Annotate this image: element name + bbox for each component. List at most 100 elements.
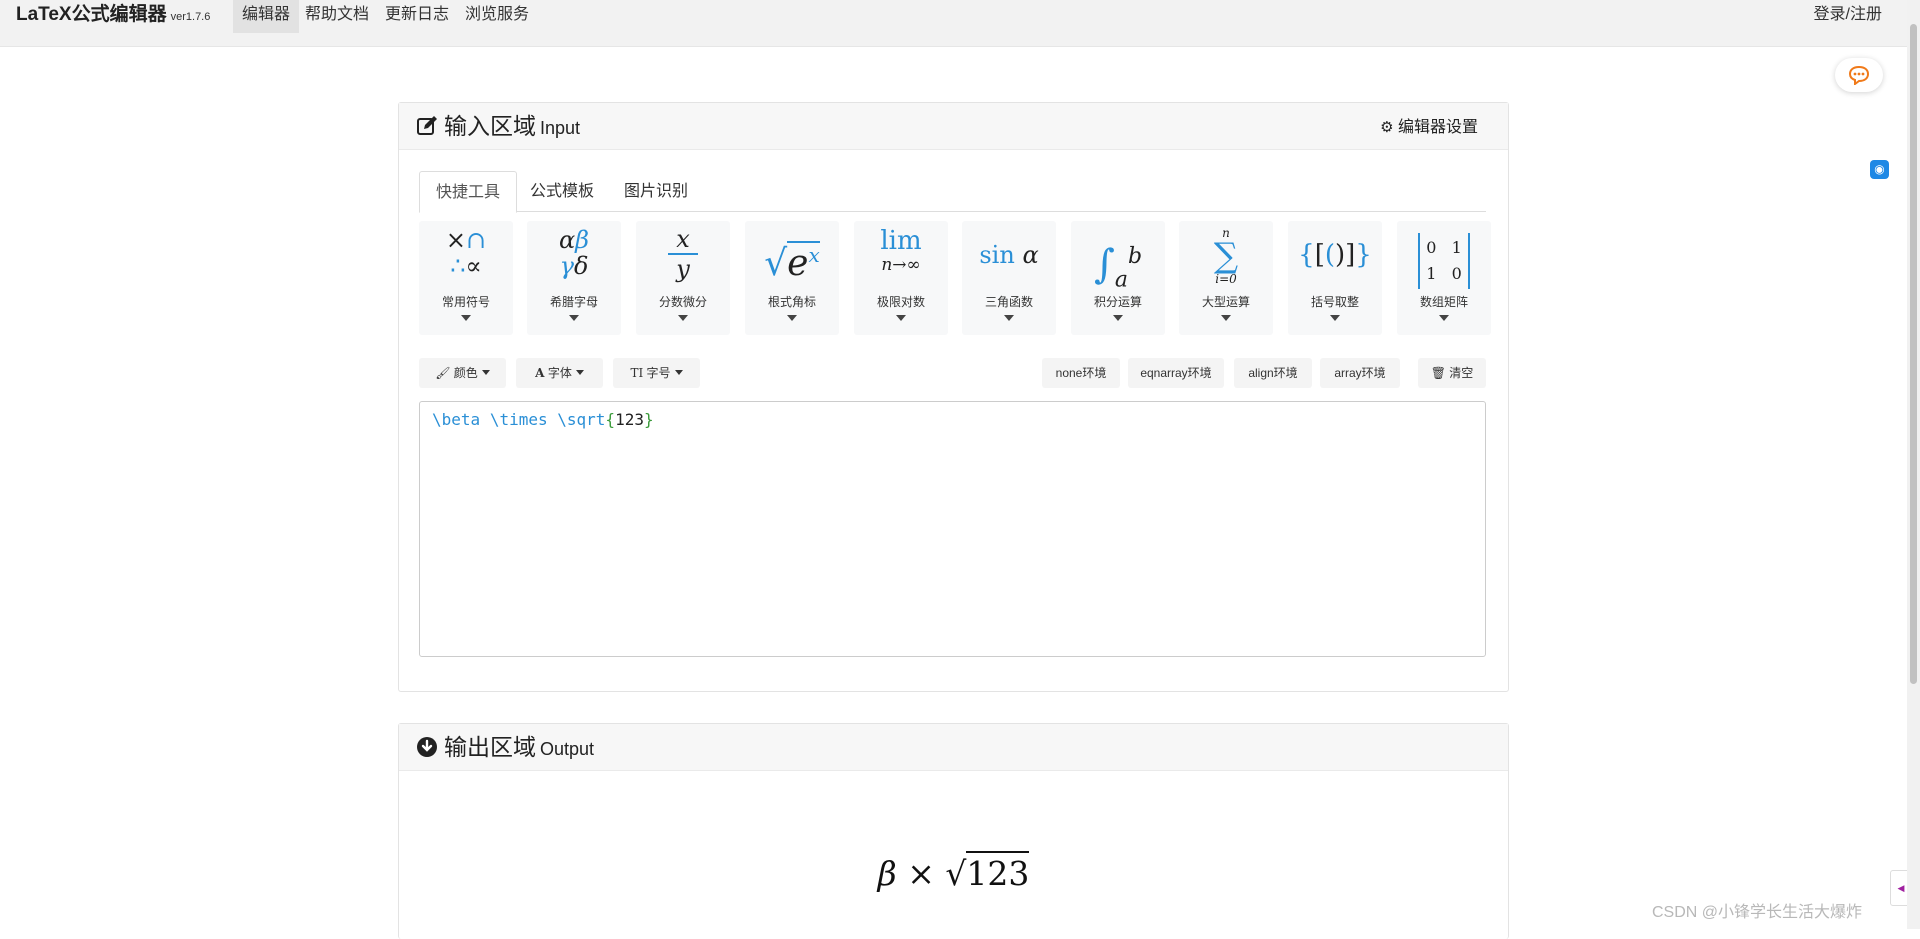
sum-icon: n ∑ i=0 <box>1213 226 1239 286</box>
caret-down-icon <box>461 315 471 321</box>
nav-editor[interactable]: 编辑器 <box>233 0 300 33</box>
chat-button[interactable] <box>1835 58 1883 92</box>
editor-toolbar: 🖌 颜色 A 字体 TI 字号 none环境 eqnarray环境 align环… <box>419 358 1486 388</box>
tool-trig[interactable]: sin α 三角函数 <box>962 221 1056 335</box>
tool-label: 极限对数 <box>876 295 925 309</box>
tab-image-recognition[interactable]: 图片识别 <box>608 171 704 211</box>
tool-integrals[interactable]: ∫ab 积分运算 <box>1071 221 1165 335</box>
tool-label: 分数微分 <box>658 295 707 309</box>
tool-brackets[interactable]: {[()]} 括号取整 <box>1288 221 1382 335</box>
tool-label: 大型运算 <box>1201 295 1250 309</box>
clear-button[interactable]: 🗑 清空 <box>1418 358 1486 388</box>
caret-down-icon <box>896 315 906 321</box>
editor-settings-label: 编辑器设置 <box>1397 119 1478 136</box>
brush-icon: 🖌 <box>435 366 451 380</box>
font-label: 字体 <box>547 366 572 380</box>
caret-down-icon <box>678 315 688 321</box>
tool-fractions[interactable]: xy 分数微分 <box>636 221 730 335</box>
brackets-icon: {[()]} <box>1298 240 1372 270</box>
common-symbols-icon: ×∩ ∴∝ <box>445 226 487 280</box>
tool-roots[interactable]: √ex 根式角标 <box>745 221 839 335</box>
chat-bubble-icon <box>1848 65 1870 85</box>
matrix-icon: 0 11 0 <box>1397 221 1491 295</box>
code-brace-close: } <box>643 410 654 429</box>
trash-icon: 🗑 <box>1430 366 1446 380</box>
tool-label: 常用符号 <box>441 295 490 309</box>
gear-icon: ⚙ <box>1380 119 1394 136</box>
color-dropdown[interactable]: 🖌 颜色 <box>419 358 506 388</box>
tool-matrix[interactable]: 0 11 0 数组矩阵 <box>1397 221 1491 335</box>
tool-label: 三角函数 <box>984 295 1033 309</box>
output-title-cn: 输出区域 <box>444 734 536 760</box>
nav-changelog[interactable]: 更新日志 <box>376 0 458 33</box>
caret-down-icon <box>575 370 584 375</box>
input-panel: 输入区域 Input ⚙ 编辑器设置 快捷工具 公式模板 图片识别 ×∩ ∴∝ 常用… <box>398 102 1509 692</box>
trig-icon: sin α <box>979 241 1039 269</box>
code-token-times: \times <box>489 410 548 429</box>
caret-down-icon <box>481 370 490 375</box>
limit-icon: lim n→∞ <box>880 226 922 275</box>
formula-times: × <box>907 854 935 893</box>
login-register-link[interactable]: 登录/注册 <box>1814 0 1882 30</box>
output-panel-header: 输出区域 Output <box>399 724 1508 771</box>
nav-help[interactable]: 帮助文档 <box>296 0 378 33</box>
watermark: CSDN @小锋学长生活大爆炸 <box>1652 904 1863 921</box>
tool-label: 数组矩阵 <box>1419 295 1468 309</box>
output-panel: 输出区域 Output β × √123 <box>398 723 1509 939</box>
tool-label: 积分运算 <box>1093 295 1142 309</box>
rendered-formula: β × √123 <box>399 851 1508 893</box>
arrow-circle-down-icon <box>417 737 437 757</box>
sqrt-icon: √ex <box>764 241 820 284</box>
input-panel-header: 输入区域 Input ⚙ 编辑器设置 <box>399 103 1508 150</box>
latex-code-line[interactable]: \beta \times \sqrt{123} <box>432 410 654 429</box>
tab-quick-tools[interactable]: 快捷工具 <box>419 171 518 213</box>
code-token-sqrt: \sqrt <box>557 410 606 429</box>
tool-label: 根式角标 <box>767 295 816 309</box>
formula-beta: β <box>877 854 897 893</box>
caret-down-icon <box>674 370 683 375</box>
input-title-en: Input <box>540 118 581 138</box>
size-dropdown[interactable]: TI 字号 <box>613 358 700 388</box>
scrollbar-thumb[interactable] <box>1910 24 1917 684</box>
input-title-cn: 输入区域 <box>444 113 536 139</box>
page-scrollbar[interactable] <box>1907 0 1920 929</box>
edit-icon <box>417 116 437 135</box>
caret-down-icon <box>1004 315 1014 321</box>
color-label: 颜色 <box>453 366 478 380</box>
code-token-beta: \beta <box>432 410 481 429</box>
env-eqnarray-button[interactable]: eqnarray环境 <box>1128 358 1224 388</box>
tool-large-operators[interactable]: n ∑ i=0 大型运算 <box>1179 221 1273 335</box>
formula-sqrt-sign: √ <box>945 854 967 893</box>
formula-radicand: 123 <box>966 851 1030 893</box>
latex-code-editor[interactable]: \beta \times \sqrt{123} <box>419 401 1486 657</box>
caret-down-icon <box>1330 315 1340 321</box>
top-navbar: LaTeX公式编辑器 ver1.7.6 编辑器 帮助文档 更新日志 浏览服务 登录… <box>0 0 1920 47</box>
tool-label: 希腊字母 <box>549 295 598 309</box>
tool-greek-letters[interactable]: αβ γδ 希腊字母 <box>527 221 621 335</box>
caret-down-icon <box>569 315 579 321</box>
brand[interactable]: LaTeX公式编辑器 ver1.7.6 <box>16 0 210 32</box>
code-brace-open: { <box>605 410 616 429</box>
nav-browse-service[interactable]: 浏览服务 <box>456 0 538 33</box>
tool-limits[interactable]: lim n→∞ 极限对数 <box>854 221 948 335</box>
greek-letters-icon: αβ γδ <box>558 226 590 280</box>
caret-down-icon <box>1221 315 1231 321</box>
font-icon: A <box>535 366 545 380</box>
tool-tabs: 快捷工具 公式模板 图片识别 <box>419 171 1486 213</box>
output-panel-title: 输出区域 Output <box>416 724 594 772</box>
integral-icon: ∫ab <box>1093 241 1143 293</box>
env-none-button[interactable]: none环境 <box>1042 358 1120 388</box>
editor-settings-button[interactable]: ⚙ 编辑器设置 <box>1380 103 1478 153</box>
assistant-icon[interactable]: ◉ <box>1870 160 1889 179</box>
tab-formula-templates[interactable]: 公式模板 <box>514 171 610 211</box>
brand-title: LaTeX公式编辑器 <box>16 4 167 25</box>
tool-common-symbols[interactable]: ×∩ ∴∝ 常用符号 <box>419 221 513 335</box>
tool-label: 括号取整 <box>1310 295 1359 309</box>
env-align-button[interactable]: align环境 <box>1234 358 1312 388</box>
output-title-en: Output <box>540 739 595 759</box>
text-size-icon: TI <box>630 366 644 380</box>
env-array-button[interactable]: array环境 <box>1320 358 1400 388</box>
caret-down-icon <box>1439 315 1449 321</box>
clear-label: 清空 <box>1449 366 1474 380</box>
font-dropdown[interactable]: A 字体 <box>516 358 603 388</box>
